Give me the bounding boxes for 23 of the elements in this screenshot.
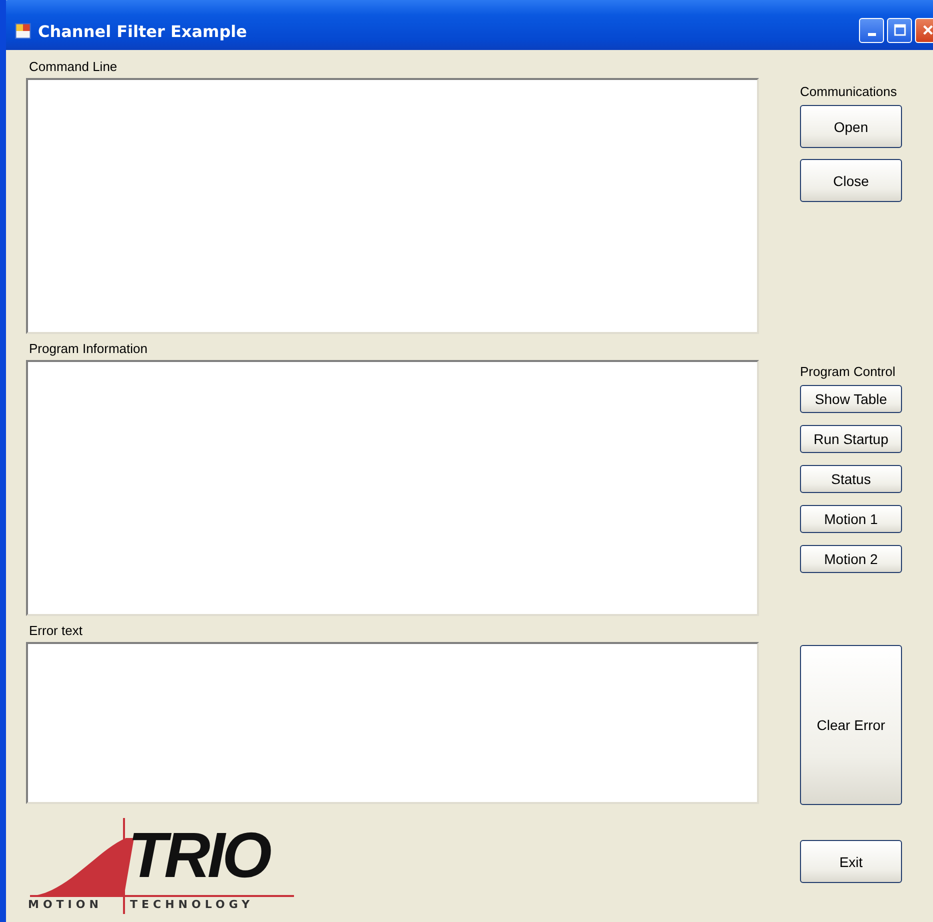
program-button[interactable]: Status: [800, 465, 902, 493]
clear-error-button[interactable]: Clear Error: [800, 645, 902, 805]
group-label: Communications: [800, 84, 897, 99]
program-button[interactable]: Run Startup: [800, 425, 902, 453]
exit-button[interactable]: Exit: [800, 840, 902, 883]
program-button[interactable]: Motion 1: [800, 505, 902, 533]
close-button[interactable]: [915, 18, 933, 42]
pane-label: Command Line: [28, 58, 118, 76]
close-icon: [922, 24, 933, 36]
communications-button[interactable]: Open: [800, 105, 902, 148]
pane-label: Program Information: [28, 340, 148, 358]
program-button[interactable]: Motion 2: [800, 545, 902, 573]
window-title: Channel Filter Example: [38, 22, 247, 40]
maximize-button[interactable]: [887, 18, 912, 42]
app-icon: [14, 22, 32, 40]
minimize-icon: [868, 32, 876, 36]
communications-button[interactable]: Close: [800, 159, 902, 202]
group-label: Program Control: [800, 364, 896, 379]
logo-drawing: TRIO MOTION TECHNOLOGY: [26, 816, 296, 916]
minimize-button[interactable]: [859, 18, 884, 42]
maximize-icon: [894, 24, 906, 36]
program-button[interactable]: Show Table: [800, 385, 902, 413]
pane-label: Error text: [28, 622, 84, 640]
